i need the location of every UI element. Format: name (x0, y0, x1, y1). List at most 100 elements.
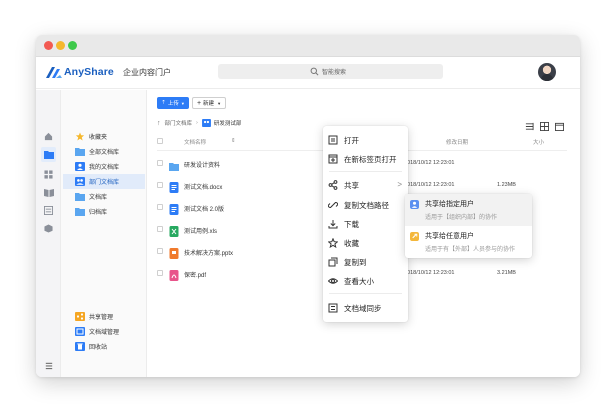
sidebar-item-label: 归档库 (89, 210, 108, 216)
context-divider (329, 293, 402, 294)
star-icon (75, 132, 85, 141)
new-label: 新建 (203, 101, 215, 107)
avatar[interactable] (538, 63, 556, 81)
minimize-window-button[interactable] (56, 41, 65, 50)
sort-icon[interactable]: ⇕ (231, 138, 236, 148)
file-modified-date: 2018/10/12 12:23:01 (404, 160, 455, 166)
folder-icon (75, 208, 85, 216)
context-item-label: 收藏 (344, 238, 359, 248)
detail-panel-icon[interactable] (555, 118, 564, 131)
folder-icon (75, 193, 85, 201)
eye-icon (328, 278, 338, 284)
app-name: AnyShare (64, 66, 114, 78)
context-item-open[interactable]: 打开 (323, 131, 408, 149)
app-header: AnyShare 企业内容门户 智能搜索 (36, 57, 580, 89)
file-modified-date: 2018/10/12 12:23:01 (404, 270, 455, 276)
copy-path-icon (328, 202, 338, 208)
context-item-label: 打开 (344, 135, 359, 145)
file-name[interactable]: 保密.pdf (184, 270, 206, 279)
context-item-favorite[interactable]: 收藏 (323, 234, 408, 252)
context-item-label: 查看大小 (344, 276, 374, 286)
sidebar-item-my-library[interactable]: 我的文档库 (63, 159, 145, 174)
breadcrumb-root[interactable]: 部门文档库 (165, 119, 193, 127)
share-manage-icon (75, 312, 85, 321)
list-view-icon[interactable] (525, 118, 534, 131)
breadcrumb: ↑ 部门文档库 › 研发测试部 (157, 118, 241, 128)
close-window-button[interactable] (44, 41, 53, 50)
search-placeholder: 智能搜索 (322, 70, 347, 76)
breadcrumb-separator: › (196, 120, 198, 126)
file-name[interactable]: 测试用例.xls (184, 226, 217, 235)
row-checkbox[interactable] (157, 160, 163, 166)
context-item-label: 共享 (344, 180, 359, 190)
new-button[interactable]: + 新建 ▼ (192, 97, 226, 109)
context-item-download[interactable]: 下载 (323, 215, 408, 233)
list-icon[interactable] (41, 203, 56, 218)
context-item-open-new-tab[interactable]: 在新标签页打开 (323, 150, 408, 168)
sidebar-item-favorites[interactable]: 收藏夹 (63, 129, 145, 144)
ppt-doc-icon (169, 246, 179, 259)
file-name[interactable]: 研发设计资料 (184, 160, 220, 169)
maximize-window-button[interactable] (68, 41, 77, 50)
new-tab-icon (328, 154, 338, 164)
file-size: 1.23MB (497, 182, 516, 188)
file-modified-date: 2018/10/12 12:23:01 (404, 182, 455, 188)
column-header-modified[interactable]: 修改日期 (446, 138, 468, 148)
department-folder-icon (201, 119, 211, 127)
row-checkbox[interactable] (157, 248, 163, 254)
pdf-doc-icon (169, 268, 179, 281)
row-checkbox[interactable] (157, 226, 163, 232)
apps-grid-icon[interactable] (41, 167, 56, 182)
file-name[interactable]: 测试文档.docx (184, 182, 222, 191)
collapse-sidebar-icon[interactable] (41, 358, 56, 373)
sidebar-item-archive[interactable]: 归档库 (63, 204, 145, 219)
sidebar-item-all-libraries[interactable]: 全部文档库 (63, 144, 145, 159)
sidebar-item-document-library[interactable]: 文档库 (63, 189, 145, 204)
sidebar-item-domain-management[interactable]: 文档域管理 (63, 324, 145, 339)
folder-icon (169, 158, 179, 171)
chevron-down-icon: ▼ (217, 100, 222, 106)
documents-nav-icon[interactable] (41, 147, 56, 162)
home-icon[interactable] (41, 129, 56, 144)
sidebar-item-department-library[interactable]: 部门文档库 (63, 174, 145, 189)
row-checkbox[interactable] (157, 182, 163, 188)
download-icon (328, 220, 338, 229)
sidebar-item-label: 收藏夹 (89, 135, 108, 141)
upload-button[interactable]: ⇡ 上传 ▼ (157, 97, 189, 109)
plus-icon: + (196, 99, 202, 107)
search-input[interactable]: 智能搜索 (218, 64, 443, 79)
share-to-any-users[interactable]: 共享给任意用户 适用于有【外部】人员参与的协作 (405, 226, 532, 258)
column-header-size[interactable]: 大小 (533, 138, 544, 148)
context-item-view-size[interactable]: 查看大小 (323, 272, 408, 290)
word-doc-icon (169, 202, 179, 215)
back-arrow-icon[interactable]: ↑ (157, 120, 161, 127)
user-share-icon (410, 200, 419, 209)
column-header-name[interactable]: 文档名称 (184, 138, 206, 148)
context-item-domain-sync[interactable]: 文档域同步 (323, 299, 408, 317)
chevron-down-icon: ▼ (180, 100, 185, 106)
sidebar-item-recycle-bin[interactable]: 回收站 (63, 339, 145, 354)
context-item-copy-to[interactable]: 复制到 (323, 253, 408, 271)
grid-view-icon[interactable] (540, 118, 549, 131)
row-checkbox[interactable] (157, 270, 163, 276)
file-name[interactable]: 技术解决方案.pptx (184, 248, 233, 257)
sidebar-item-label: 部门文档库 (89, 180, 120, 186)
upload-label: 上传 (167, 101, 179, 107)
breadcrumb-current: 研发测试部 (213, 121, 242, 127)
select-all-checkbox[interactable] (157, 138, 163, 148)
sync-icon (328, 303, 338, 313)
icon-bar (36, 90, 61, 377)
context-item-copy-path[interactable]: 复制文档路径 (323, 196, 408, 214)
search-icon (310, 67, 319, 76)
app-window: AnyShare 企业内容门户 智能搜索 收藏夹 全部文档库 我的文档库 部门文… (36, 35, 580, 377)
context-item-share[interactable]: 共享 > (323, 176, 408, 194)
book-icon[interactable] (41, 185, 56, 200)
file-size: 3.21MB (497, 270, 516, 276)
sidebar-item-share-management[interactable]: 共享管理 (63, 309, 145, 324)
cube-icon[interactable] (41, 221, 56, 236)
share-submenu: 共享给指定用户 适用于【组织内部】的协作 共享给任意用户 适用于有【外部】人员参… (405, 194, 532, 258)
submenu-item-title: 共享给指定用户 (425, 201, 474, 208)
share-to-specific-users[interactable]: 共享给指定用户 适用于【组织内部】的协作 (405, 194, 532, 226)
row-checkbox[interactable] (157, 204, 163, 210)
file-name[interactable]: 测试文档 2.0版 (184, 204, 224, 213)
